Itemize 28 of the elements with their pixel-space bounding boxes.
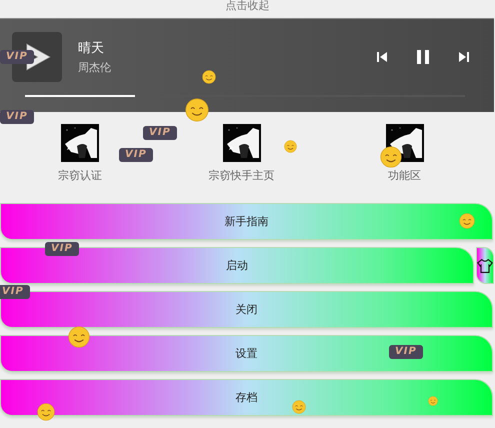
menu-button[interactable]: 新手指南 <box>0 203 493 240</box>
vip-badge: VIP <box>0 50 34 64</box>
shirt-icon <box>477 258 493 274</box>
smiley-icon <box>37 403 55 421</box>
shortcut-item[interactable]: 宗窃认证 <box>58 124 102 183</box>
previous-icon <box>376 51 388 63</box>
artist-name: 周杰伦 <box>78 60 112 75</box>
song-title: 晴天 <box>78 40 105 57</box>
vip-badge: VIP <box>389 345 423 359</box>
collapse-link[interactable]: 点击收起 <box>208 0 288 18</box>
vip-badge: VIP <box>45 242 79 256</box>
next-icon <box>458 51 470 63</box>
vip-badge: VIP <box>119 148 153 162</box>
smiley-icon <box>202 70 216 84</box>
vip-badge: VIP <box>0 110 34 124</box>
smiley-icon <box>68 326 90 348</box>
smiley-icon <box>185 98 209 122</box>
smiley-icon <box>459 213 475 229</box>
smiley-icon <box>380 146 402 168</box>
menu-button[interactable]: 存档 <box>0 379 493 416</box>
side-tab[interactable] <box>476 247 494 284</box>
smiley-icon <box>428 396 438 406</box>
smiley-icon <box>284 140 297 153</box>
pause-icon <box>416 50 430 64</box>
vip-badge: VIP <box>0 285 30 299</box>
shortcut-item[interactable]: 宗窃快手主页 <box>208 124 274 183</box>
smiley-icon <box>292 400 306 414</box>
vip-badge: VIP <box>143 126 177 140</box>
